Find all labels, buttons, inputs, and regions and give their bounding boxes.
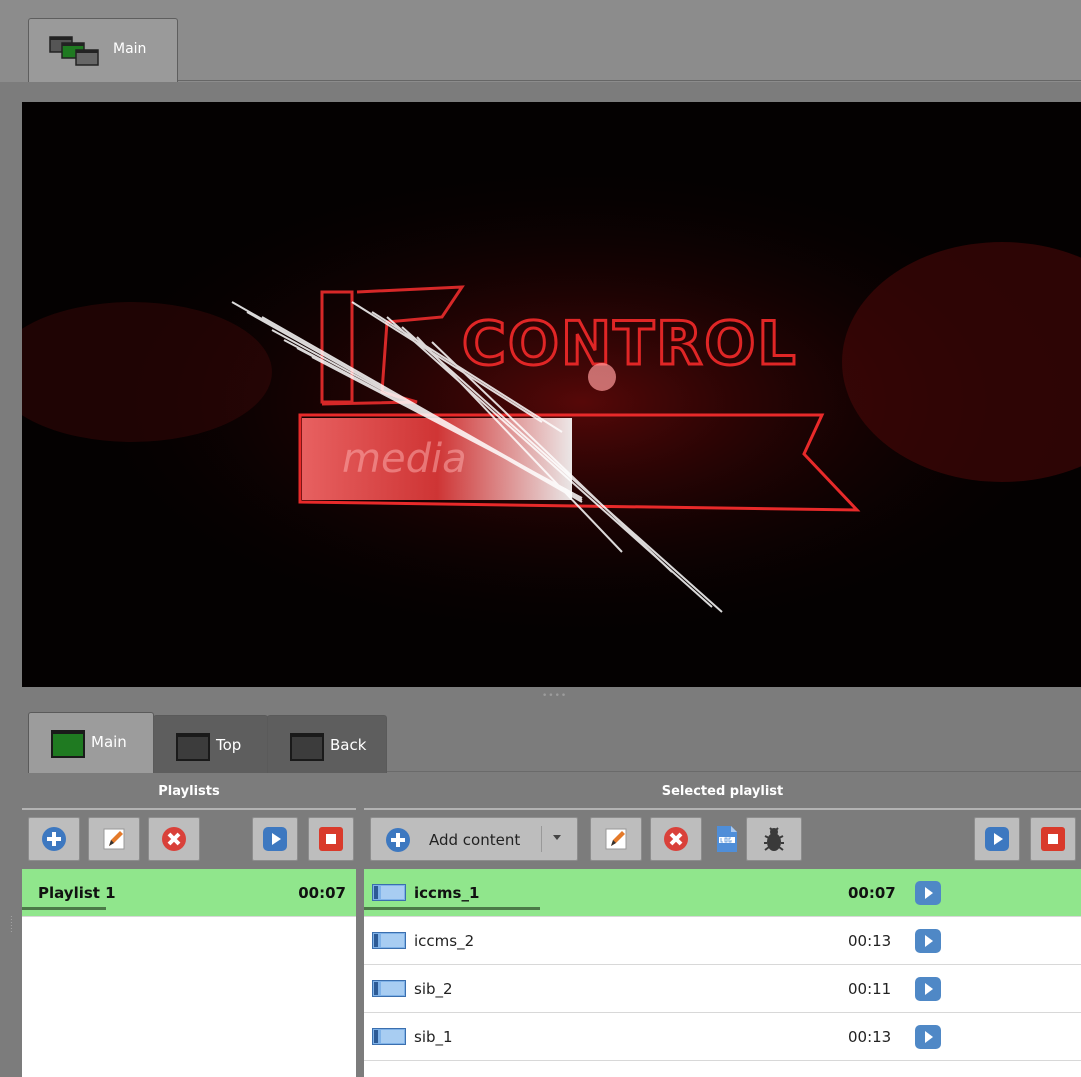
content-row[interactable]: sib_1 00:13 [364,1013,1081,1061]
window-tab-main[interactable]: Main [28,18,178,82]
content-duration: 00:13 [848,932,892,950]
content-row[interactable]: iccms_1 00:07 [364,869,1081,917]
content-name: sib_2 [414,980,453,998]
channel-tabs-baseline [386,771,1081,772]
window-tab-strip: Main [0,0,1081,82]
edit-icon [103,828,125,850]
stop-icon [319,827,343,851]
tab-back[interactable]: Back [267,715,387,773]
debug-button[interactable] [746,817,802,861]
screen-dark-icon [290,733,324,761]
selected-playlist-list: iccms_1 00:07 iccms_2 00:13 sib_2 00:11 … [364,869,1081,1077]
content-row[interactable]: sib_2 00:11 [364,965,1081,1013]
window-tab-label: Main [113,41,147,57]
bug-icon [764,827,784,851]
content-row[interactable]: iccms_2 00:13 [364,917,1081,965]
play-icon [263,827,287,851]
svg-text:media: media [342,436,467,482]
edit-content-button[interactable] [590,817,642,861]
left-panel-grip[interactable]: ::: [10,914,13,945]
add-playlist-button[interactable] [28,817,80,861]
play-item-button[interactable] [915,977,941,1001]
content-progress-bar [364,907,540,910]
play-icon [985,827,1009,851]
svg-text:CONTROL: CONTROL [462,309,798,379]
delete-icon [664,827,688,851]
content-name: iccms_1 [414,884,480,902]
playlists-header: Playlists [158,784,220,799]
playlist-name: Playlist 1 [38,884,116,902]
tab-top-label: Top [216,736,242,754]
selected-playlist-header-line [364,808,1081,810]
video-preview-image: CONTROL media [22,102,1081,687]
add-icon [386,828,410,852]
playlist-progress-bar [22,907,106,910]
tab-main-label: Main [91,733,127,751]
delete-playlist-button[interactable] [148,817,200,861]
screen-green-icon [51,730,85,758]
play-item-button[interactable] [915,929,941,953]
edit-playlist-button[interactable] [88,817,140,861]
log-button[interactable] [708,817,746,861]
play-item-button[interactable] [915,1025,941,1049]
add-icon [42,827,66,851]
video-clip-icon [372,884,406,901]
content-duration: 00:11 [848,980,892,998]
delete-icon [162,827,186,851]
dropdown-separator [541,826,542,852]
stop-content-button[interactable] [1030,817,1076,861]
selected-playlist-header: Selected playlist [661,784,784,799]
playlists-list: Playlist 1 00:07 [22,869,356,1077]
splitter-grip[interactable]: •••• [542,692,572,701]
multi-screen-icon [49,36,99,66]
delete-content-button[interactable] [650,817,702,861]
content-name: iccms_2 [414,932,475,950]
playlists-header-line [22,808,356,810]
add-content-dropdown[interactable]: Add content [370,817,578,861]
channel-tab-strip: Main Top Back [22,707,1081,773]
chevron-down-icon[interactable] [553,835,561,840]
play-playlist-button[interactable] [252,817,298,861]
playlist-duration: 00:07 [298,884,346,902]
add-content-label: Add content [429,831,521,849]
tab-top[interactable]: Top [153,715,268,773]
play-item-button[interactable] [915,881,941,905]
stop-icon [1041,827,1065,851]
panel-separator[interactable] [356,869,364,1077]
preview-splitter[interactable]: •••• [22,687,1081,707]
tab-back-label: Back [330,736,367,754]
preview-frame [22,82,1081,102]
content-duration: 00:13 [848,1028,892,1046]
content-name: sib_1 [414,1028,453,1046]
video-clip-icon [372,980,406,997]
video-preview: CONTROL media [22,102,1081,687]
edit-icon [605,828,627,850]
play-content-button[interactable] [974,817,1020,861]
playlist-row[interactable]: Playlist 1 00:07 [22,869,356,917]
video-clip-icon [372,932,406,949]
video-clip-icon [372,1028,406,1045]
tab-strip-baseline [176,80,1081,81]
tab-main[interactable]: Main [28,712,154,773]
content-duration: 00:07 [848,884,896,902]
stop-playlist-button[interactable] [308,817,354,861]
screen-dark-icon [176,733,210,761]
log-icon [717,826,737,852]
